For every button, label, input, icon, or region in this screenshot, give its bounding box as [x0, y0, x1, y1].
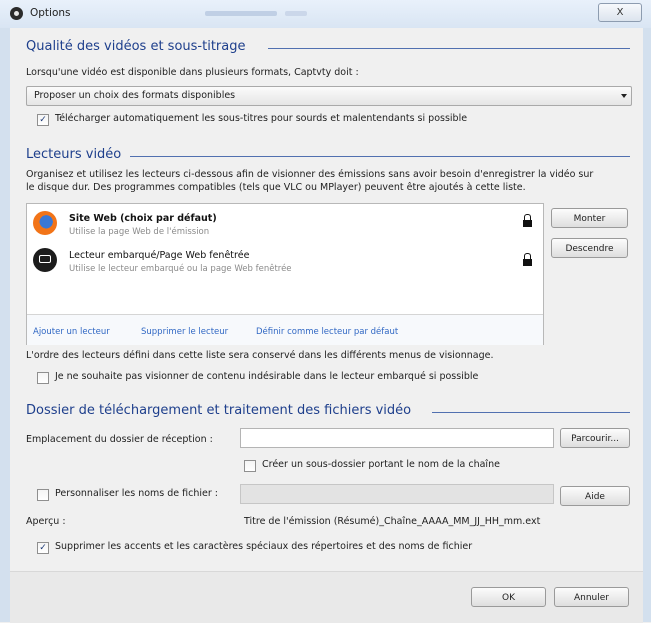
player-title: Site Web (choix par défaut)	[69, 213, 217, 224]
chevron-down-icon	[621, 94, 627, 98]
app-icon	[10, 7, 23, 20]
preview-label: Aperçu :	[26, 516, 66, 527]
strip-accents-label: Supprimer les accents et les caractères …	[55, 541, 473, 552]
format-select[interactable]: Proposer un choix des formats disponible…	[26, 86, 632, 106]
section-divider	[130, 156, 630, 157]
strip-accents-checkbox[interactable]: ✓	[37, 542, 49, 554]
list-item-embedded-player[interactable]: Lecteur embarqué/Page Web fenêtrée Utili…	[27, 243, 543, 277]
section-title-video-quality: Qualité des vidéos et sous-titrage	[26, 39, 246, 54]
lock-icon	[523, 214, 532, 228]
remove-player-link[interactable]: Supprimer le lecteur	[141, 327, 228, 337]
move-up-button[interactable]: Monter	[551, 208, 628, 228]
blurred-caption-decoration-2	[285, 11, 307, 16]
filename-pattern-input[interactable]	[240, 484, 554, 504]
player-icon	[33, 248, 57, 272]
no-undesirable-checkbox[interactable]	[37, 372, 49, 384]
player-subtitle: Utilise la page Web de l'émission	[69, 227, 210, 237]
add-player-link[interactable]: Ajouter un lecteur	[33, 327, 110, 337]
format-select-value: Proposer un choix des formats disponible…	[34, 90, 236, 101]
lock-icon	[523, 253, 532, 267]
folder-label: Emplacement du dossier de réception :	[26, 434, 213, 445]
preview-value: Titre de l'émission (Résumé)_Chaîne_AAAA…	[244, 516, 541, 527]
help-button[interactable]: Aide	[560, 486, 630, 506]
window-border-left	[0, 28, 10, 622]
players-list[interactable]: Site Web (choix par défaut) Utilise la p…	[26, 203, 544, 345]
section-divider	[268, 48, 630, 49]
subfolder-checkbox[interactable]	[244, 460, 256, 472]
ok-button[interactable]: OK	[471, 587, 546, 607]
set-default-player-link[interactable]: Définir comme lecteur par défaut	[256, 327, 398, 337]
folder-input[interactable]	[240, 428, 554, 448]
cancel-button[interactable]: Annuler	[554, 587, 629, 607]
customize-filenames-checkbox[interactable]	[37, 489, 49, 501]
list-item-website[interactable]: Site Web (choix par défaut) Utilise la p…	[27, 206, 543, 240]
browse-button[interactable]: Parcourir...	[560, 428, 630, 448]
customize-filenames-label: Personnaliser les noms de fichier :	[55, 488, 219, 499]
move-down-button[interactable]: Descendre	[551, 238, 628, 258]
player-title: Lecteur embarqué/Page Web fenêtrée	[69, 250, 250, 261]
order-note: L'ordre des lecteurs défini dans cette l…	[26, 350, 494, 361]
window-title: Options	[30, 7, 71, 19]
no-undesirable-label: Je ne souhaite pas visionner de contenu …	[55, 371, 479, 382]
subfolder-label: Créer un sous-dossier portant le nom de …	[262, 459, 500, 470]
title-bar: Options X	[0, 0, 651, 29]
section-title-players: Lecteurs vidéo	[26, 147, 122, 162]
section-title-download: Dossier de téléchargement et traitement …	[26, 403, 412, 418]
players-description-line1: Organisez et utilisez les lecteurs ci-de…	[26, 169, 594, 180]
window-border-right	[643, 28, 651, 622]
close-button[interactable]: X	[598, 3, 642, 22]
blurred-caption-decoration	[205, 11, 277, 16]
section-divider	[432, 412, 630, 413]
subtitles-label: Télécharger automatiquement les sous-tit…	[55, 113, 468, 124]
subtitles-checkbox[interactable]: ✓	[37, 114, 49, 126]
dialog-footer	[10, 571, 643, 623]
format-prompt-label: Lorsqu'une vidéo est disponible dans plu…	[26, 67, 359, 78]
firefox-icon	[33, 211, 57, 235]
players-list-actions: Ajouter un lecteur Supprimer le lecteur …	[27, 314, 543, 345]
player-subtitle: Utilise le lecteur embarqué ou la page W…	[69, 264, 292, 274]
players-description-line2: le disque dur. Des programmes compatible…	[26, 182, 526, 193]
